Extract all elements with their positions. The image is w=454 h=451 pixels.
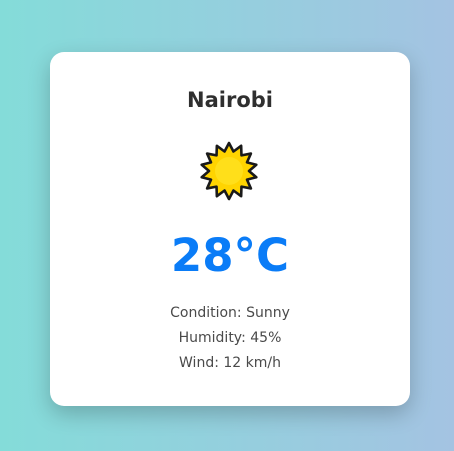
weather-details: Condition: Sunny Humidity: 45% Wind: 12 … bbox=[50, 301, 410, 376]
humidity-label: Humidity: bbox=[178, 330, 246, 346]
condition-label: Condition: bbox=[170, 305, 242, 321]
sun-icon bbox=[199, 141, 259, 201]
city-name: Nairobi bbox=[187, 88, 273, 112]
wind-label: Wind: bbox=[179, 355, 219, 371]
humidity-row: Humidity: 45% bbox=[50, 326, 410, 351]
wind-row: Wind: 12 km/h bbox=[50, 351, 410, 376]
temperature: 28°C bbox=[170, 229, 290, 282]
weather-card: Nairobi 28°C Condition: Sunny Humidity: … bbox=[50, 52, 410, 406]
sun-core bbox=[215, 157, 243, 185]
condition-row: Condition: Sunny bbox=[50, 301, 410, 326]
condition-value: Sunny bbox=[246, 305, 290, 321]
wind-value: 12 km/h bbox=[223, 355, 281, 371]
humidity-value: 45% bbox=[250, 330, 282, 346]
